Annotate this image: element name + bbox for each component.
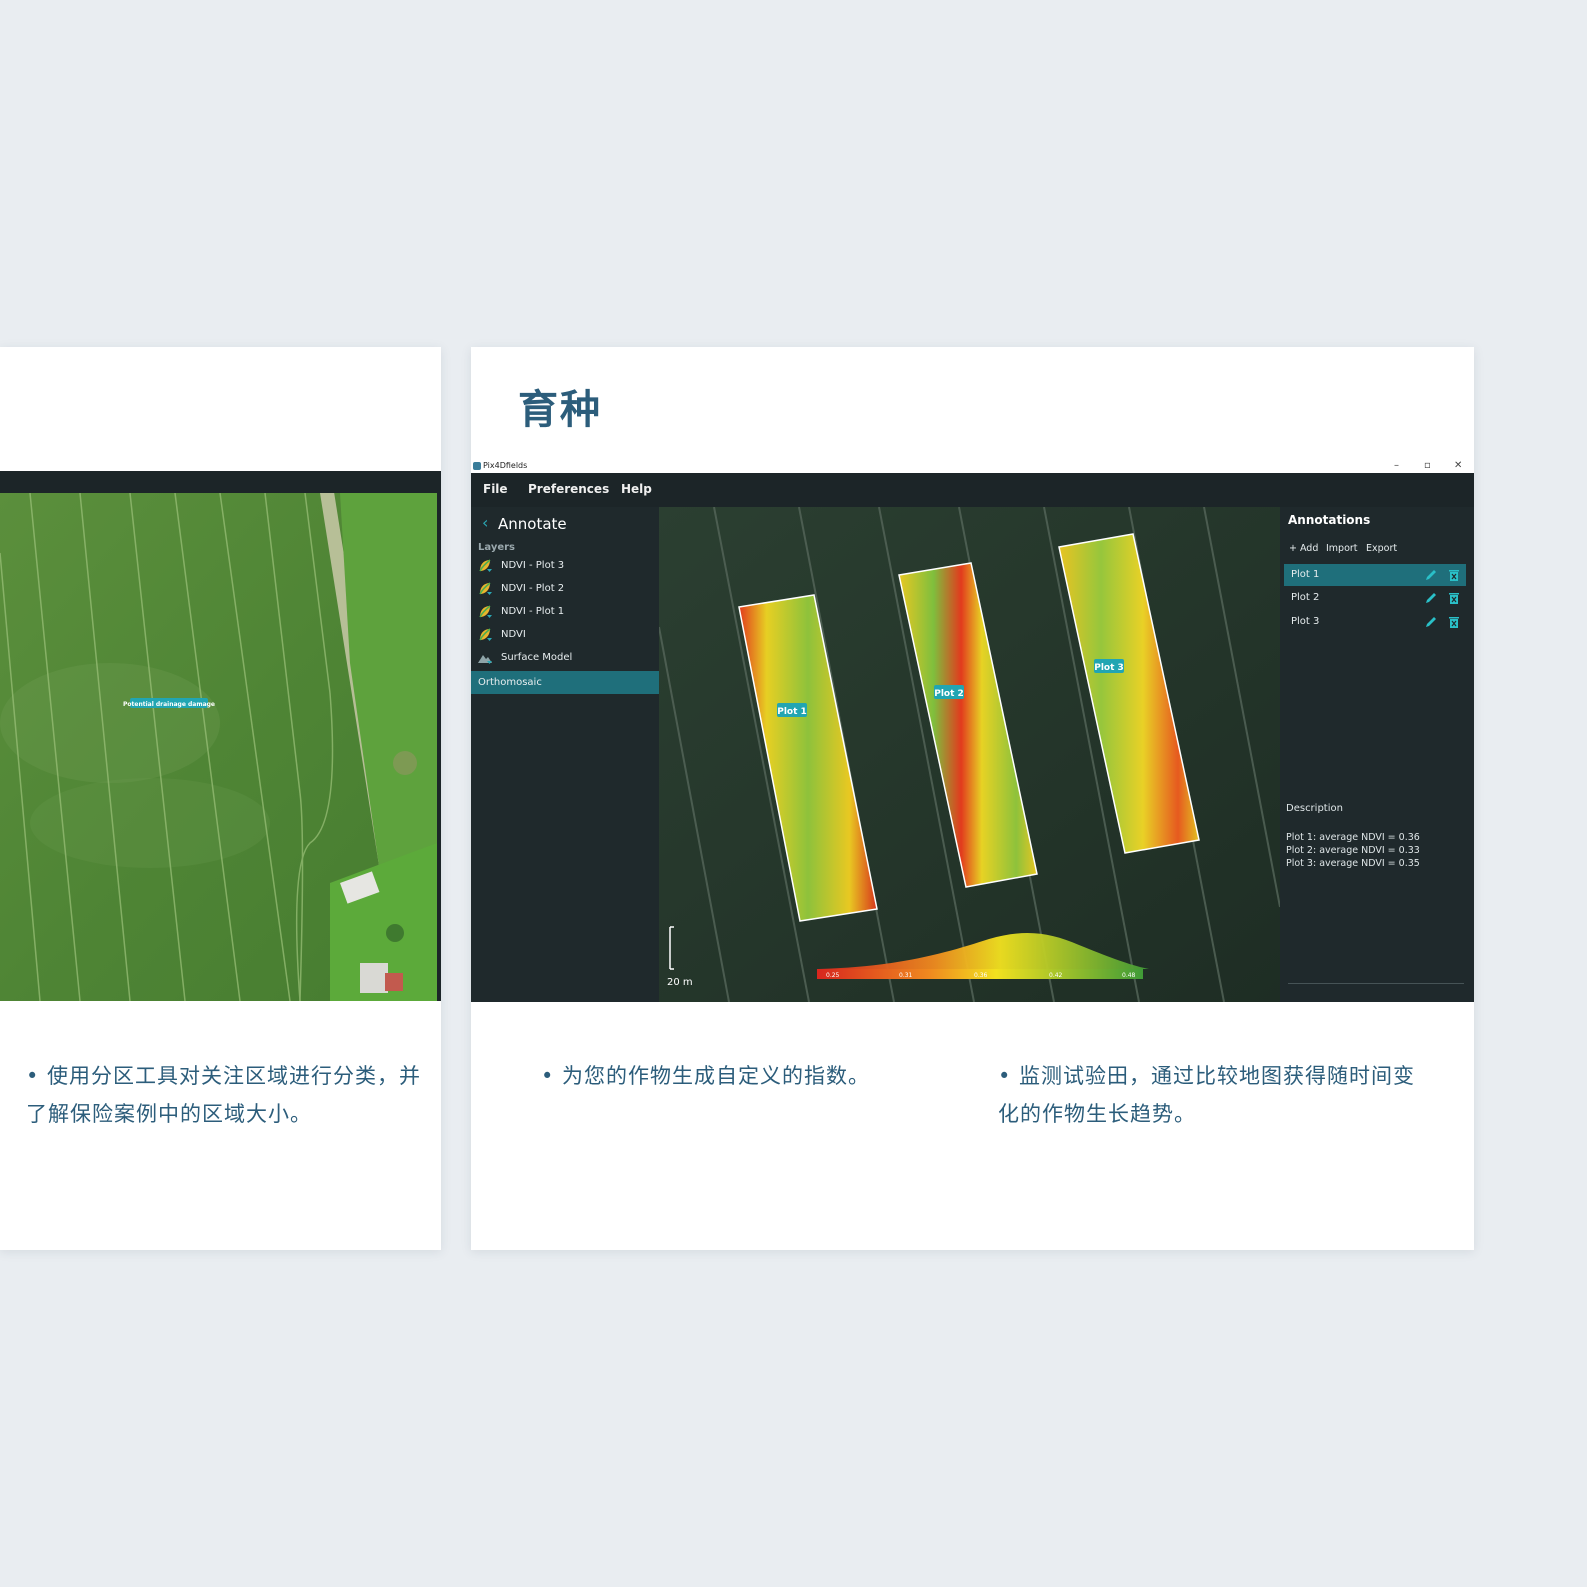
close-button[interactable]: ✕ [1454,459,1462,473]
trash-icon[interactable] [1447,591,1461,605]
menu-preferences[interactable]: Preferences [528,482,609,496]
left-caption: • 使用分区工具对关注区域进行分类，并了解保险案例中的区域大小。 [26,1064,422,1126]
ndvi-leaf-icon [479,605,492,618]
layer-label: NDVI [501,629,526,640]
add-annotation-button[interactable]: + Add [1289,543,1318,554]
legend-tick: 0.31 [899,972,913,979]
menu-help[interactable]: Help [621,482,652,496]
left-card: Potential drainage damage • 使用分区工具对关注区域进… [0,347,441,1250]
layer-ndvi-plot-3[interactable]: NDVI - Plot 3 [471,554,659,577]
map-view[interactable]: Plot 1 Plot 2 Plot 3 20 m 0.25 0.31 0.36… [659,507,1280,1002]
description-line: Plot 2: average NDVI = 0.33 [1286,845,1420,856]
annotation-item-plot-3[interactable]: Plot 3 [1284,611,1466,633]
layer-surface-model[interactable]: Surface Model [471,646,659,669]
annotation-item-plot-2[interactable]: Plot 2 [1284,587,1466,609]
annotation-item-plot-1[interactable]: Plot 1 [1284,564,1466,586]
maximize-button[interactable]: ▫ [1424,459,1431,473]
trash-icon[interactable] [1447,615,1461,629]
description-label: Description [1286,803,1343,814]
layer-ndvi-plot-2[interactable]: NDVI - Plot 2 [471,577,659,600]
middle-caption: • 为您的作物生成自定义的指数。 [541,1064,871,1088]
terrain-icon [478,655,492,664]
ndvi-leaf-icon [479,628,492,641]
import-button[interactable]: Import [1326,543,1358,554]
annotation-label: Plot 1 [1291,569,1320,580]
export-button[interactable]: Export [1366,543,1397,554]
edit-pencil-icon[interactable] [1424,615,1438,629]
legend-tick: 0.25 [826,972,840,979]
description-line: Plot 1: average NDVI = 0.36 [1286,832,1420,843]
edit-pencil-icon[interactable] [1424,568,1438,582]
layer-ndvi[interactable]: NDVI [471,623,659,646]
aerial-field-photo: Potential drainage damage [0,471,441,1001]
right-caption: • 监测试验田，通过比较地图获得随时间变化的作物生长趋势。 [998,1064,1416,1126]
panel-divider [1288,983,1464,984]
layer-label: NDVI - Plot 3 [501,560,565,571]
ndvi-map: Plot 1 Plot 2 Plot 3 20 m 0.25 0.31 0.36… [659,507,1280,1002]
menu-bar: File Preferences Help [471,473,1474,507]
right-card: 育种 Pix4Dfields – ▫ ✕ File Preferences He… [471,347,1474,1250]
layers-label: Layers [478,542,515,553]
layer-ndvi-plot-1[interactable]: NDVI - Plot 1 [471,600,659,623]
plot-3-label: Plot 3 [1094,663,1124,673]
layer-orthomosaic[interactable]: Orthomosaic [471,671,659,694]
scale-label: 20 m [667,977,693,988]
section-title: 育种 [518,387,602,433]
minimize-button[interactable]: – [1394,459,1399,473]
plot-1-label: Plot 1 [777,707,807,717]
window-titlebar: Pix4Dfields – ▫ ✕ [471,459,1474,473]
panel-title: Annotate [498,515,567,533]
legend-tick: 0.48 [1122,972,1136,979]
layer-label: Orthomosaic [478,677,542,688]
plot-2-label: Plot 2 [934,689,964,699]
window-title: Pix4Dfields [483,461,528,470]
annotation-label: Plot 3 [1291,616,1320,627]
map-annotation-text: Potential drainage damage [123,701,215,708]
app-logo-icon [473,462,481,470]
ndvi-leaf-icon [479,559,492,572]
layers-panel: ‹ Annotate Layers NDVI - Plot 3 NDVI - P… [471,507,659,1002]
description-line: Plot 3: average NDVI = 0.35 [1286,858,1420,869]
annotations-title: Annotations [1288,513,1371,527]
edit-pencil-icon[interactable] [1424,591,1438,605]
ndvi-leaf-icon [479,582,492,595]
layer-label: NDVI - Plot 2 [501,583,565,594]
field-image: Potential drainage damage [0,493,437,1001]
layer-label: NDVI - Plot 1 [501,606,565,617]
trash-icon[interactable] [1447,568,1461,582]
annotations-panel: Annotations + Add Import Export Plot 1 P… [1280,507,1474,1002]
layer-label: Surface Model [501,652,573,663]
pix4dfields-window: Pix4Dfields – ▫ ✕ File Preferences Help … [471,459,1474,1002]
back-chevron-icon[interactable]: ‹ [482,513,488,532]
legend-tick: 0.36 [974,972,988,979]
legend-tick: 0.42 [1049,972,1063,979]
menu-file[interactable]: File [483,482,508,496]
annotation-label: Plot 2 [1291,592,1320,603]
